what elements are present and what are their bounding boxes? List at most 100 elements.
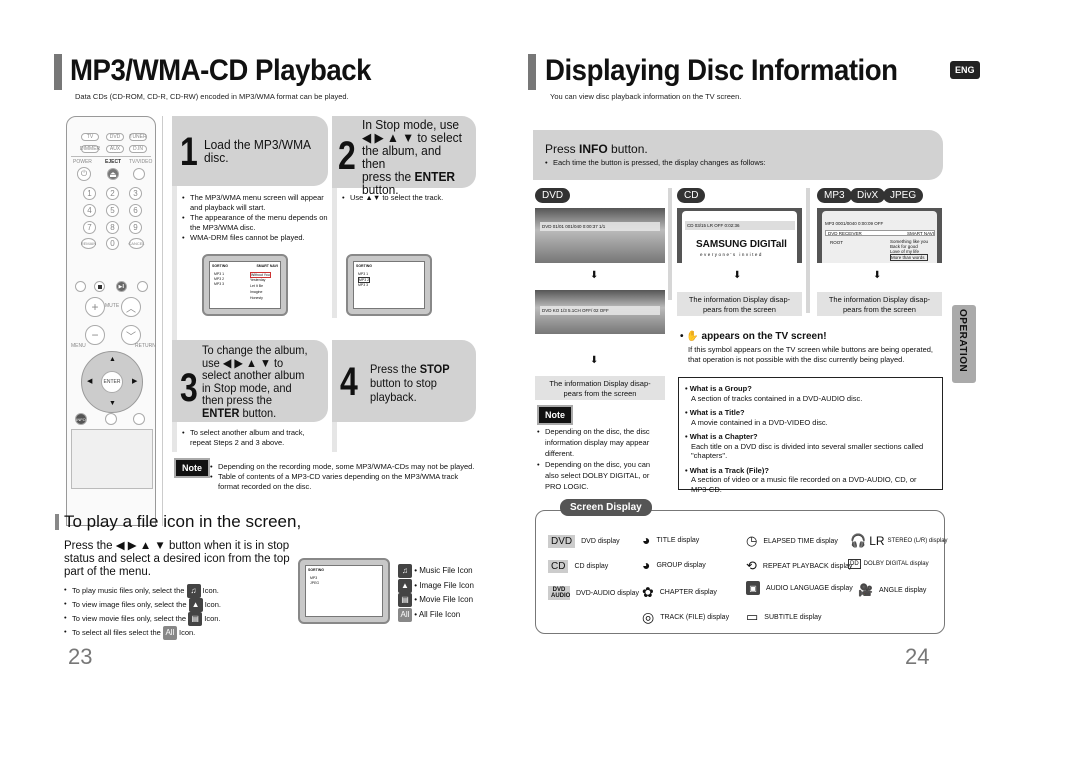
volume-up-button[interactable]: +: [85, 297, 105, 317]
definition-item: • What is a Group? A section of tracks co…: [685, 384, 936, 403]
num-button[interactable]: 5: [106, 204, 119, 217]
arrow-down-icon: ⬇: [733, 270, 742, 281]
enter-keyword: ENTER: [414, 169, 456, 184]
enter-keyword: ENTER: [202, 405, 240, 420]
definition-item: • What is a Track (File)? A section of vi…: [685, 466, 936, 495]
press-info-bullets: Each time the button is pressed, the dis…: [545, 158, 925, 168]
file-icon-legend: ♫ • Music File Icon ▲ • Image File Icon …: [398, 564, 474, 622]
channel-down-button[interactable]: ﹀: [121, 325, 141, 345]
definition-question: • What is a Track (File)?: [685, 465, 769, 475]
down-arrow-icon: ▼: [109, 400, 116, 407]
audio-button[interactable]: [105, 413, 117, 425]
page-number: 24: [905, 644, 930, 669]
heading-text: Press: [545, 142, 580, 156]
step-4-box: 4 Press the STOP button to stop playback…: [332, 340, 476, 422]
screen-display-item: DVD AUDIO DVD-AUDIO display: [548, 586, 639, 600]
track-icon: ◎: [642, 609, 655, 625]
heading-text: button.: [607, 142, 648, 156]
step-text-line: ENTER button.: [202, 405, 316, 420]
cd-tag: CD: [548, 560, 569, 573]
receiver-header: DVD RECEIVER SMART NAVI: [825, 230, 935, 236]
screen-display-item: ◷ ELAPSED TIME display: [746, 533, 838, 549]
cancel-button[interactable]: CANCEL: [128, 238, 145, 249]
note-badge: Note: [174, 458, 210, 478]
step-column-bar: [332, 188, 337, 318]
num-button[interactable]: 7: [83, 221, 96, 234]
title-accent-bar: [54, 54, 62, 90]
definition-answer: A section of video or a music file recor…: [691, 475, 917, 494]
bullet-text: To play music files only, select the: [72, 585, 185, 595]
bullet-item: The appearance of the menu depends on th…: [182, 213, 330, 233]
skip-forward-button[interactable]: [137, 281, 148, 292]
dimmer-button[interactable]: DIMMER: [80, 145, 100, 153]
volume-down-button[interactable]: −: [85, 325, 105, 345]
power-icon: ⏻: [80, 169, 88, 178]
num-button[interactable]: 0: [106, 237, 119, 250]
album-item: MP3 2: [214, 277, 225, 281]
section-accent-bar: [55, 514, 59, 530]
skip-back-button[interactable]: [75, 281, 86, 292]
sorting-label: SORTING: [212, 264, 228, 268]
step-1-box: 1 Load the MP3/WMA disc.: [172, 116, 328, 186]
screen-display-item: ▣ AUDIO LANGUAGE display: [746, 581, 853, 595]
din-button[interactable]: D.IN: [129, 145, 147, 153]
num-button[interactable]: 3: [129, 187, 142, 200]
play-pause-button[interactable]: ▶‖: [116, 281, 127, 292]
movie-icon: ▤: [398, 593, 412, 608]
tv-video-button[interactable]: [133, 168, 145, 180]
step-text-line: playback.: [370, 390, 417, 404]
direction-pad[interactable]: ▲ ▼ ◀ ▶ ENTER: [81, 351, 143, 413]
menu-screen-content: SORTING MP3 JPEG: [305, 565, 383, 617]
num-button[interactable]: 1: [83, 187, 96, 200]
movie-icon: ▤: [188, 612, 203, 626]
note-badge: Note: [537, 405, 573, 425]
bullet-text: To select all files select the: [72, 627, 161, 637]
bullet-item: Each time the button is pressed, the dis…: [545, 158, 925, 168]
subtitle-button[interactable]: [133, 413, 145, 425]
num-button[interactable]: 9: [129, 221, 142, 234]
num-button[interactable]: 4: [83, 204, 96, 217]
question-text: What is a Chapter?: [689, 432, 758, 441]
cd-tv-inner: CD 03/15 LR OFF 0:02:36 SAMSUNG DIGITall…: [682, 211, 797, 263]
step-text-span: Press the: [370, 362, 420, 376]
channel-up-button[interactable]: ︿: [121, 297, 141, 317]
dvd-tag: DVD: [548, 535, 576, 548]
page-subtitle: Data CDs (CD-ROM, CD-R, CD-RW) encoded i…: [75, 92, 349, 101]
stop-icon: [97, 284, 102, 289]
eject-label: EJECT: [105, 159, 122, 165]
step-number: 1: [180, 130, 198, 174]
screen-display-item: 🎥 ANGLE display: [858, 583, 926, 597]
mp3-disappear-note: The information Display disap-pears from…: [817, 292, 942, 316]
hand-body: If this symbol appears on the TV screen …: [688, 345, 934, 364]
divx-pill: DivX: [850, 188, 886, 203]
dvd-button[interactable]: DVD: [106, 133, 124, 141]
album-item: MP3 3: [358, 283, 369, 287]
enter-button[interactable]: ENTER: [101, 371, 123, 393]
cd-osd-bar: CD 03/15 LR OFF 0:02:36: [685, 221, 795, 230]
aux-button[interactable]: AUX: [106, 145, 124, 153]
screen-display-item: ◕ GROUP display: [642, 557, 706, 573]
eject-button[interactable]: ⏏: [107, 168, 119, 180]
item-label: TITLE display: [656, 536, 700, 544]
step-text-line: the album, and then: [362, 143, 442, 171]
screen-display-item: DD DOLBY DIGITAL display: [848, 559, 929, 569]
item-label: GROUP display: [656, 561, 706, 569]
image-icon: ▲: [188, 598, 203, 612]
num-button[interactable]: 6: [129, 204, 142, 217]
screen-display-item: DVD DVD display: [548, 535, 620, 548]
power-button[interactable]: ⏻: [77, 167, 91, 181]
remain-button[interactable]: REMAIN: [81, 238, 96, 249]
bullet-item: The MP3/WMA menu screen will appear and …: [182, 193, 330, 213]
num-button[interactable]: 2: [106, 187, 119, 200]
step-1-bullets: The MP3/WMA menu screen will appear and …: [182, 193, 330, 243]
tuner-button[interactable]: TUNER: [129, 133, 147, 141]
operation-side-tab: OPERATION: [952, 305, 976, 383]
num-button[interactable]: 8: [106, 221, 119, 234]
side-tab-label: OPERATION: [957, 309, 968, 373]
tv-button[interactable]: TV: [81, 133, 99, 141]
root-folder: ROOT: [830, 240, 843, 245]
info-button[interactable]: INFO: [75, 413, 87, 425]
stop-button[interactable]: [94, 281, 105, 292]
column-divider: [806, 188, 810, 313]
mp3-osd-bar: MP3 0001/0040 0:00:09 OFF: [825, 221, 884, 226]
